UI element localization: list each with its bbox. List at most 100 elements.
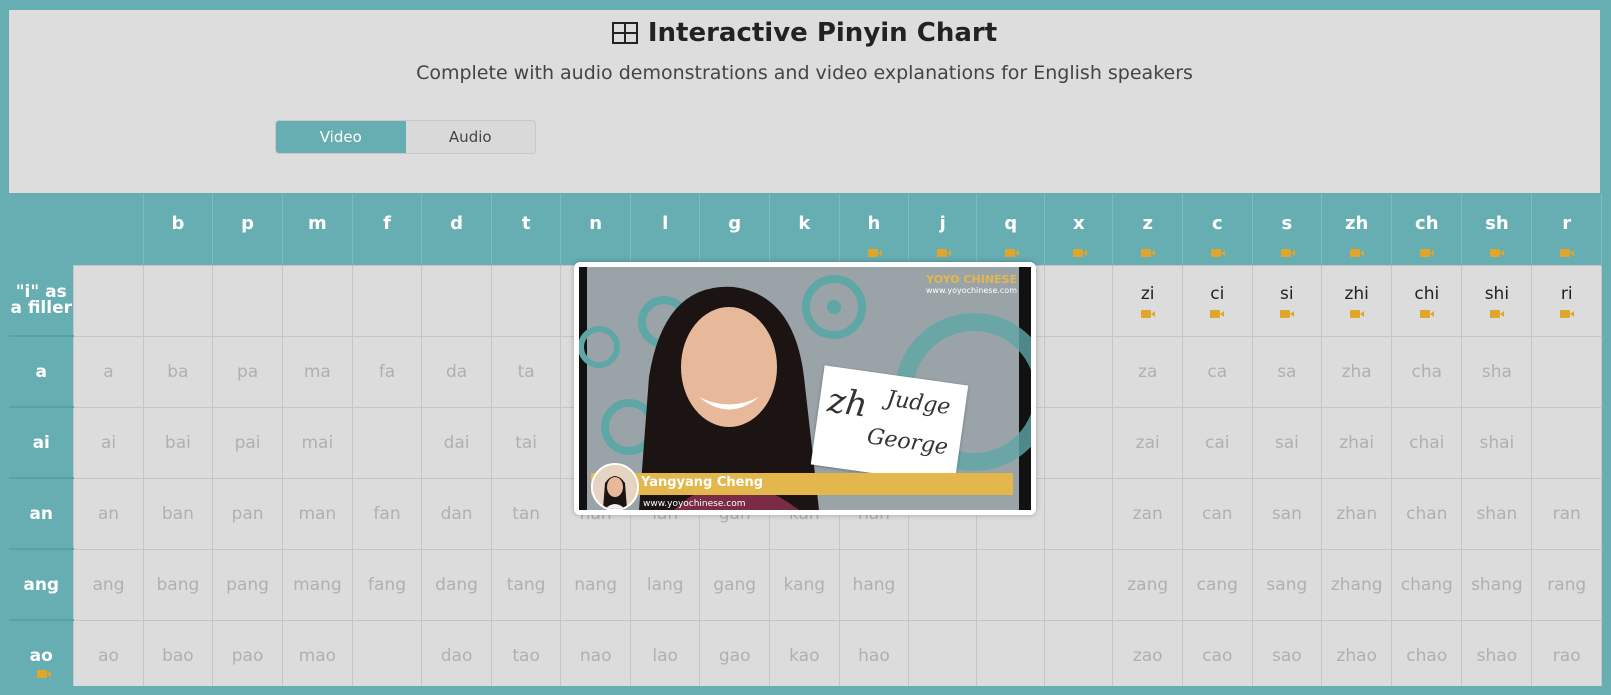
pinyin-cell[interactable]: hao	[838, 619, 910, 686]
column-header-19[interactable]: sh	[1461, 194, 1533, 265]
video-popup[interactable]: YOYO CHINESE www.yoyochinese.com zh Judg…	[574, 262, 1036, 515]
pinyin-cell[interactable]: ci	[1181, 264, 1253, 337]
pinyin-cell[interactable]: chang	[1391, 548, 1463, 621]
pinyin-cell[interactable]: dao	[421, 619, 492, 686]
pinyin-cell[interactable]: rang	[1531, 548, 1602, 621]
pinyin-cell[interactable]: chi	[1391, 264, 1463, 337]
pinyin-cell[interactable]: pao	[212, 619, 283, 686]
video-camera-icon[interactable]	[1141, 248, 1156, 257]
pinyin-cell[interactable]: pa	[212, 335, 283, 408]
column-header-14[interactable]: z	[1112, 194, 1183, 265]
column-header-12[interactable]: q	[976, 194, 1046, 265]
pinyin-cell[interactable]: bai	[142, 406, 214, 479]
row-header[interactable]: ai	[9, 407, 74, 678]
pinyin-cell[interactable]: shao	[1461, 619, 1533, 686]
pinyin-cell[interactable]: shi	[1461, 264, 1533, 337]
video-camera-icon[interactable]	[867, 248, 882, 257]
video-camera-icon[interactable]	[1350, 248, 1365, 257]
pinyin-cell[interactable]: tai	[490, 406, 562, 479]
column-header-16[interactable]: s	[1252, 194, 1323, 265]
pinyin-cell[interactable]: ca	[1181, 335, 1253, 408]
video-camera-icon[interactable]	[1210, 309, 1225, 318]
column-header-11[interactable]: j	[908, 194, 978, 265]
pinyin-cell[interactable]: tan	[490, 477, 562, 550]
pinyin-cell[interactable]: ang	[73, 548, 144, 621]
pinyin-cell[interactable]: hang	[838, 548, 910, 621]
video-camera-icon[interactable]	[1140, 309, 1155, 318]
pinyin-cell[interactable]: ri	[1531, 264, 1602, 337]
video-camera-icon[interactable]	[1489, 309, 1504, 318]
pinyin-cell[interactable]: cha	[1391, 335, 1463, 408]
pinyin-cell[interactable]: dan	[421, 477, 492, 550]
column-header-10[interactable]: h	[839, 194, 910, 265]
pinyin-cell[interactable]: kang	[769, 548, 840, 621]
pinyin-cell[interactable]: zhan	[1321, 477, 1393, 550]
video-camera-icon[interactable]	[1419, 309, 1434, 318]
pinyin-cell[interactable]: ba	[142, 335, 214, 408]
pinyin-cell[interactable]: zai	[1112, 406, 1183, 479]
pinyin-cell[interactable]: ao	[73, 619, 144, 686]
pinyin-cell[interactable]: man	[281, 477, 353, 550]
pinyin-cell[interactable]: zang	[1112, 548, 1183, 621]
video-player[interactable]: YOYO CHINESE www.yoyochinese.com zh Judg…	[579, 267, 1031, 510]
column-header-1[interactable]: p	[212, 194, 283, 265]
pinyin-cell[interactable]: tao	[490, 619, 562, 686]
column-header-18[interactable]: ch	[1391, 194, 1463, 265]
column-header-3[interactable]: f	[352, 194, 423, 265]
column-header-15[interactable]: c	[1182, 194, 1253, 265]
pinyin-cell[interactable]: sa	[1251, 335, 1323, 408]
column-header-17[interactable]: zh	[1321, 194, 1393, 265]
pinyin-cell[interactable]: ran	[1531, 477, 1602, 550]
pinyin-cell[interactable]: dang	[421, 548, 492, 621]
pinyin-cell[interactable]: sai	[1251, 406, 1323, 479]
pinyin-cell[interactable]: chai	[1391, 406, 1463, 479]
pinyin-cell[interactable]: fan	[351, 477, 423, 550]
pinyin-cell[interactable]: pang	[212, 548, 283, 621]
video-toggle-button[interactable]: Video	[276, 121, 406, 153]
row-header[interactable]: a	[9, 336, 74, 678]
column-header-0[interactable]: b	[143, 194, 214, 265]
column-header-6[interactable]: n	[560, 194, 631, 265]
video-camera-icon[interactable]	[1490, 248, 1505, 257]
video-camera-icon[interactable]	[37, 670, 51, 678]
pinyin-cell[interactable]: fang	[351, 548, 423, 621]
pinyin-cell[interactable]: zhao	[1321, 619, 1393, 686]
pinyin-cell[interactable]: ma	[281, 335, 353, 408]
pinyin-cell[interactable]: a	[73, 335, 144, 408]
pinyin-cell[interactable]: mai	[281, 406, 353, 479]
pinyin-cell[interactable]: bao	[142, 619, 214, 686]
video-camera-icon[interactable]	[1420, 248, 1435, 257]
pinyin-cell[interactable]: rao	[1531, 619, 1602, 686]
pinyin-cell[interactable]: zi	[1112, 264, 1183, 337]
pinyin-cell[interactable]: lang	[629, 548, 701, 621]
pinyin-cell[interactable]: tang	[490, 548, 562, 621]
pinyin-cell[interactable]: si	[1251, 264, 1323, 337]
pinyin-cell[interactable]: shan	[1461, 477, 1533, 550]
column-header-13[interactable]: x	[1044, 194, 1114, 265]
pinyin-cell[interactable]: chan	[1391, 477, 1463, 550]
pinyin-cell[interactable]: zhai	[1321, 406, 1393, 479]
pinyin-cell[interactable]: zha	[1321, 335, 1393, 408]
pinyin-cell[interactable]: ta	[490, 335, 562, 408]
row-header[interactable]: ao	[9, 620, 74, 686]
pinyin-cell[interactable]: nao	[560, 619, 631, 686]
pinyin-cell[interactable]: nang	[560, 548, 631, 621]
pinyin-cell[interactable]: an	[73, 477, 144, 550]
pinyin-cell[interactable]: lao	[629, 619, 701, 686]
pinyin-cell[interactable]: gang	[699, 548, 771, 621]
row-header[interactable]: an	[9, 478, 74, 678]
pinyin-cell[interactable]: san	[1251, 477, 1323, 550]
pinyin-cell[interactable]: cao	[1181, 619, 1253, 686]
pinyin-cell[interactable]: chao	[1391, 619, 1463, 686]
pinyin-cell[interactable]: zao	[1112, 619, 1183, 686]
pinyin-cell[interactable]: da	[421, 335, 492, 408]
pinyin-cell[interactable]: sang	[1251, 548, 1323, 621]
row-header[interactable]: ang	[9, 549, 74, 678]
pinyin-cell[interactable]: pai	[212, 406, 283, 479]
pinyin-cell[interactable]: zhang	[1321, 548, 1393, 621]
pinyin-cell[interactable]: zan	[1112, 477, 1183, 550]
pinyin-cell[interactable]: ban	[142, 477, 214, 550]
pinyin-cell[interactable]: sha	[1461, 335, 1533, 408]
column-header-9[interactable]: k	[769, 194, 840, 265]
column-header-4[interactable]: d	[421, 194, 492, 265]
